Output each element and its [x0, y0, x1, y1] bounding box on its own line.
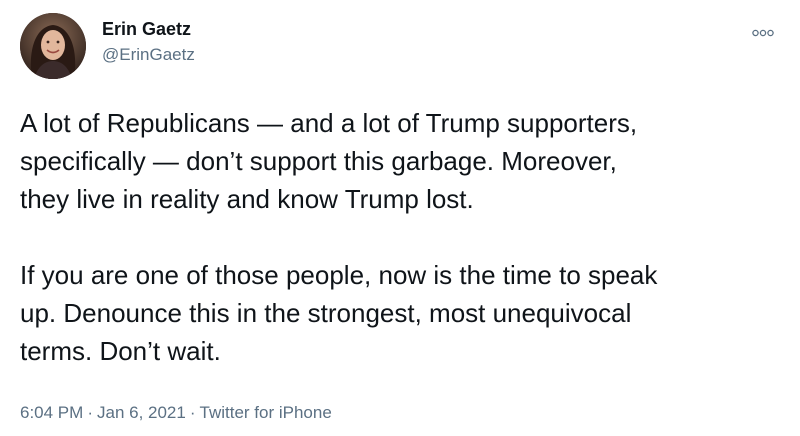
meta-separator: ·	[87, 403, 93, 422]
tweet-line: If you are one of those people, now is t…	[20, 260, 658, 290]
tweet-line: they live in reality and know Trump lost…	[20, 184, 474, 214]
more-options-button[interactable]	[748, 22, 778, 44]
tweet-date-link[interactable]: Jan 6, 2021	[97, 403, 186, 422]
tweet-line: up. Denounce this in the strongest, most…	[20, 298, 632, 328]
tweet-time-link[interactable]: 6:04 PM	[20, 403, 83, 422]
avatar[interactable]	[20, 13, 86, 79]
tweet-text: A lot of Republicans — and a lot of Trum…	[20, 104, 790, 370]
author-name[interactable]: Erin Gaetz	[102, 18, 191, 40]
profile-avatar-image	[20, 13, 86, 79]
tweet-line: terms. Don’t wait.	[20, 336, 221, 366]
tweet-source-link[interactable]: Twitter for iPhone	[200, 403, 332, 422]
tweet-line: specifically — don’t support this garbag…	[20, 146, 617, 176]
tweet-line: A lot of Republicans — and a lot of Trum…	[20, 108, 638, 138]
tweet-meta: 6:04 PM · Jan 6, 2021 · Twitter for iPhone	[20, 402, 332, 424]
tweet-card: Erin Gaetz @ErinGaetz A lot of Republica…	[0, 0, 800, 436]
meta-separator: ·	[189, 403, 196, 422]
author-handle[interactable]: @ErinGaetz	[102, 44, 195, 66]
more-options-icon	[752, 29, 774, 37]
